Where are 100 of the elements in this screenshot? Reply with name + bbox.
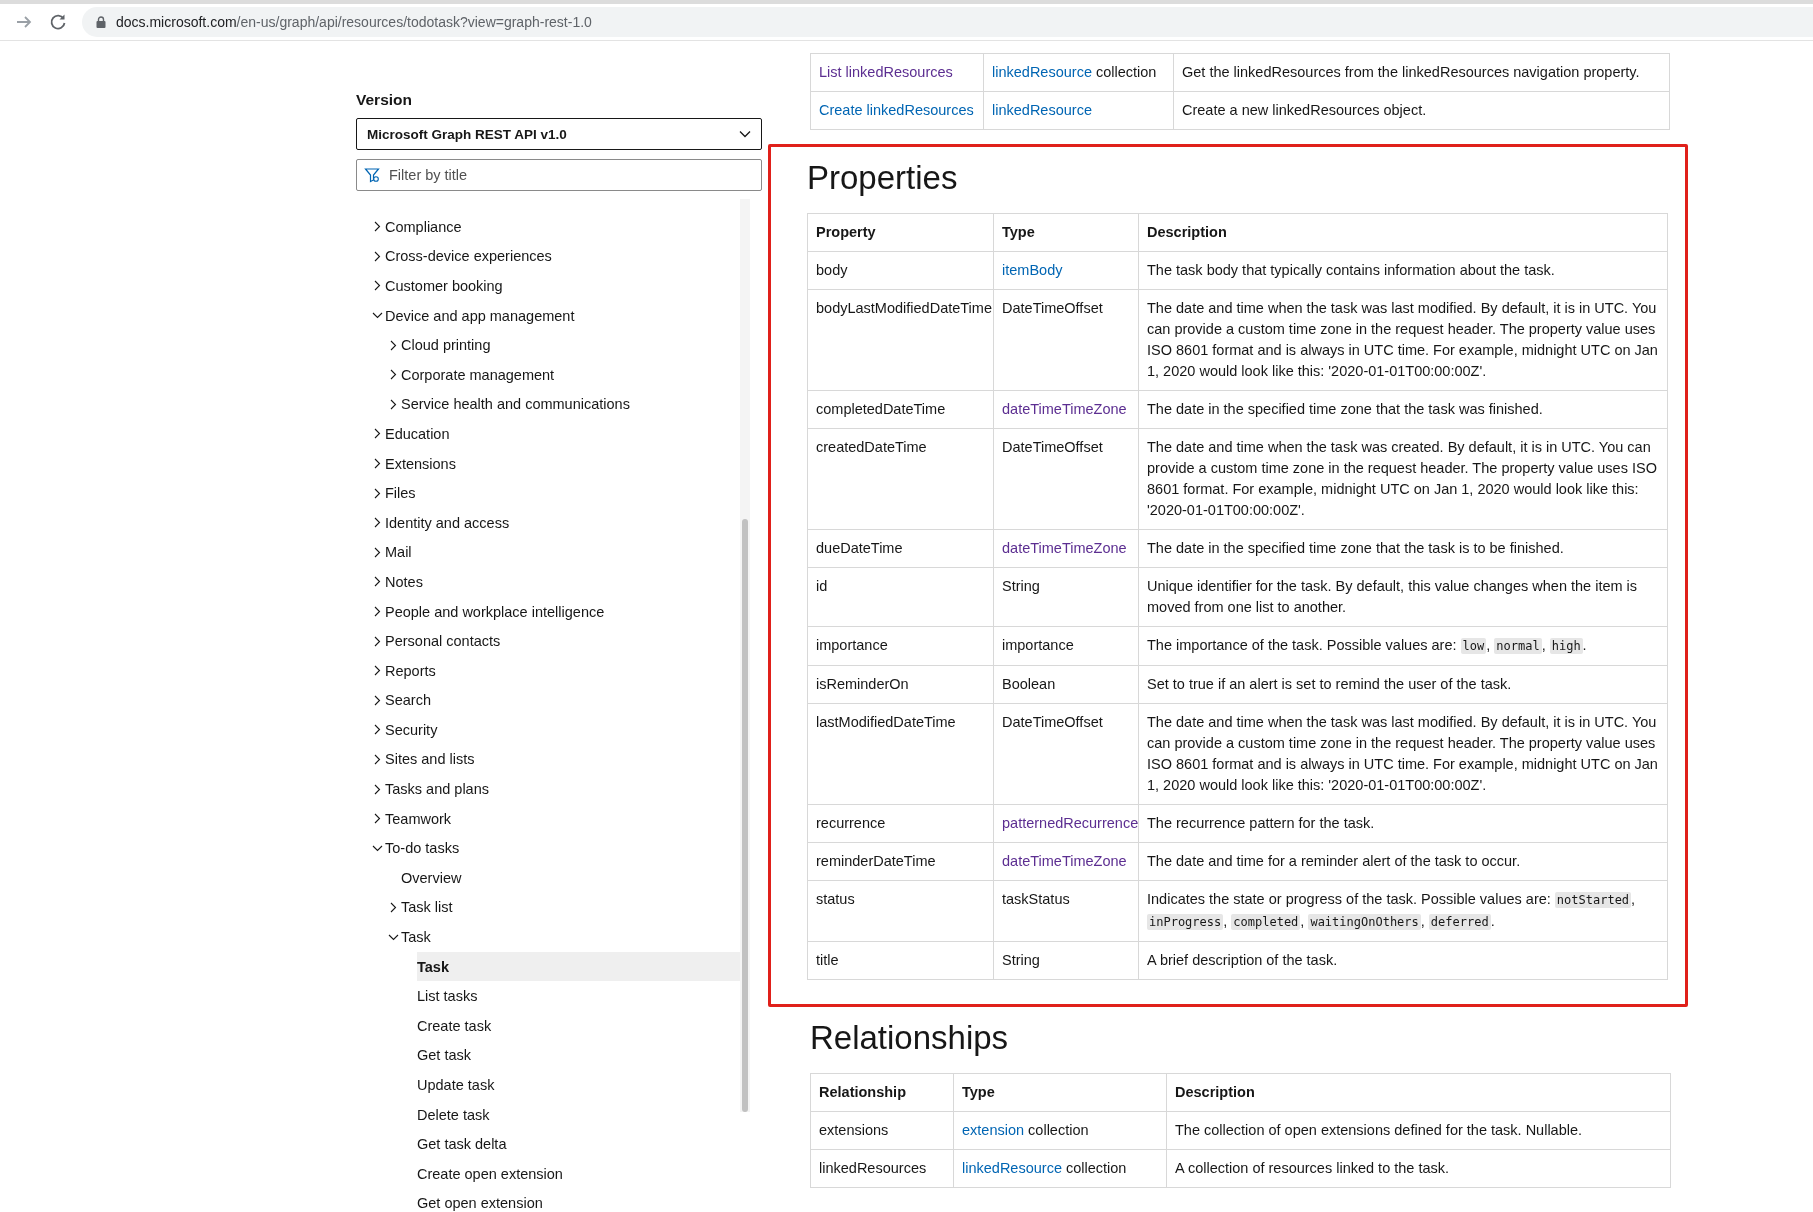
nav-item[interactable]: Personal contacts <box>356 626 744 656</box>
nav-item[interactable]: Task <box>356 922 744 952</box>
section-heading: Properties <box>807 158 959 198</box>
nav-item[interactable]: Tasks and plans <box>356 774 744 804</box>
description-text: The date in the specified time zone that the task is to be finished. <box>1147 539 1565 558</box>
nav-item[interactable]: Notes <box>356 567 744 597</box>
version-dropdown[interactable]: Microsoft Graph REST API v1.0 <box>356 118 762 150</box>
chevron-icon <box>372 813 383 825</box>
type-suffix: collection <box>1027 1122 1089 1138</box>
nav-item[interactable]: Customer booking <box>356 271 744 301</box>
chevron-icon <box>388 339 399 351</box>
nav-item[interactable]: Create open extension <box>356 1159 744 1189</box>
nav-item[interactable]: Get open extension <box>356 1188 744 1212</box>
type-text: Boolean <box>1002 676 1056 692</box>
property-name: body <box>816 262 848 278</box>
version-label: Version <box>356 91 413 109</box>
description-text: The recurrence pattern for the task. <box>1147 814 1376 833</box>
property-name: lastModifiedDateTime <box>816 714 956 730</box>
chevron-icon <box>372 783 383 795</box>
nav-item[interactable]: Corporate management <box>356 359 744 390</box>
property-name: id <box>816 578 828 594</box>
filter-icon <box>364 167 380 183</box>
type-text: taskStatus <box>1002 891 1070 907</box>
nav-item[interactable]: Overview <box>356 863 744 893</box>
nav-item[interactable]: Device and app management <box>356 300 744 331</box>
column-header: Relationship <box>819 1084 906 1100</box>
nav-item[interactable]: Cross-device experiences <box>356 241 744 272</box>
url-text: docs.microsoft.com/en-us/graph/api/resources/todotask?view=graph-rest-1.0 <box>116 14 592 30</box>
type-text: DateTimeOffset <box>1002 439 1103 455</box>
nav-item[interactable]: Extensions <box>356 448 744 479</box>
description-text: The date in the specified time zone that the task was finished. <box>1147 400 1544 419</box>
description-text: The date and time when the task was created. By default, it is in UTC. You can provide a custom time zone in the request header. The property value uses ISO 8601 format. For example, midnight UTC on Jan 1, 2020 would look like this: '2020-01-01T00:00:00Z'. <box>1147 438 1658 520</box>
nav-item[interactable]: People and workplace intelligence <box>356 596 744 627</box>
nav-item[interactable]: Teamwork <box>356 803 744 834</box>
property-name: dueDateTime <box>816 540 903 556</box>
nav-item[interactable]: Education <box>356 419 744 449</box>
description-text: Set to true if an alert is set to remind the user of the task. <box>1147 675 1513 694</box>
chevron-down-icon <box>739 130 751 138</box>
description-text: The date and time when the task was last modified. By default, it is in UTC. You can provide a custom time zone in the request header. The property value uses ISO 8601 format and is always in UTC time. For example, midnight UTC on Jan 1, 2020 would look like this: '2020-01-01T00:00:00Z'. <box>1147 713 1659 795</box>
description-text: A brief description of the task. <box>1147 951 1339 970</box>
section-heading: Relationships <box>810 1018 1010 1058</box>
address-bar[interactable]: docs.microsoft.com/en-us/graph/api/resources/todotask?view=graph-rest-1.0 <box>82 7 1813 37</box>
property-name: reminderDateTime <box>816 853 936 869</box>
nav-item[interactable]: List tasks <box>356 981 744 1012</box>
chevron-icon <box>372 221 383 233</box>
reload-icon[interactable] <box>48 12 68 32</box>
column-header: Type <box>962 1084 995 1100</box>
column-header: Description <box>1147 224 1227 240</box>
description-text: The importance of the task. Possible values are: low, normal, high. <box>1147 636 1588 656</box>
nav-item[interactable]: To-do tasks <box>356 833 744 864</box>
scrollbar[interactable] <box>740 199 750 1112</box>
chevron-icon <box>388 398 399 410</box>
type-text: String <box>1002 952 1040 968</box>
nav-item[interactable]: Sites and lists <box>356 744 744 775</box>
nav-item[interactable]: Security <box>356 715 744 745</box>
description-text: Unique identifier for the task. By default, this value changes when the item is moved from one list to another. <box>1147 577 1639 617</box>
description-text: The date and time for a reminder alert of the task to occur. <box>1147 852 1522 871</box>
chevron-icon <box>372 428 383 440</box>
nav-item[interactable]: Files <box>356 478 744 508</box>
nav-item[interactable]: Compliance <box>356 212 744 242</box>
nav-item[interactable]: Get task delta <box>356 1129 744 1159</box>
type-suffix: collection <box>1064 1160 1127 1176</box>
type-text: importance <box>1002 637 1074 653</box>
column-header: Property <box>816 224 876 240</box>
chevron-icon <box>372 724 383 736</box>
nav-item[interactable]: Mail <box>356 537 744 568</box>
description-text: The date and time when the task was last modified. By default, it is in UTC. You can provide a custom time zone in the request header. The property value uses ISO 8601 format and is always in UTC time. For example, midnight UTC on Jan 1, 2020 would look like this: '2020-01-01T00:00:00Z'. <box>1147 299 1659 381</box>
type-text: DateTimeOffset <box>1002 714 1103 730</box>
chevron-icon <box>372 694 383 706</box>
nav-item[interactable]: Search <box>356 685 744 716</box>
type-link[interactable]: itemBody <box>1002 262 1063 278</box>
nav-item[interactable]: Create task <box>356 1011 744 1041</box>
property-name: completedDateTime <box>816 401 946 417</box>
chevron-icon <box>372 517 383 529</box>
column-header: Description <box>1175 1084 1255 1100</box>
property-name: bodyLastModifiedDateTime <box>816 300 992 316</box>
nav-item[interactable]: Task list <box>356 892 744 923</box>
chevron-icon <box>372 754 383 765</box>
chevron-icon <box>372 280 383 292</box>
property-name: recurrence <box>816 815 886 831</box>
description-text: A collection of resources linked to the task. <box>1175 1159 1451 1178</box>
nav-item[interactable]: Get task <box>356 1040 744 1071</box>
chevron-icon <box>372 546 383 558</box>
lock-icon <box>96 16 106 28</box>
nav-item[interactable]: Identity and access <box>356 507 744 538</box>
nav-item[interactable]: Delete task <box>356 1099 744 1130</box>
nav-item[interactable]: Cloud printing <box>356 330 744 360</box>
type-link[interactable]: linkedResource <box>962 1160 1062 1176</box>
filter-field[interactable]: Filter by title <box>356 159 762 191</box>
chevron-icon <box>372 576 383 588</box>
chevron-icon <box>372 635 383 647</box>
type-link[interactable]: extension <box>962 1122 1025 1138</box>
description-text: Indicates the state or progress of the task. Possible values are: notStarted, inProgress, completed, waitingOnOthers, deferred. <box>1147 890 1637 932</box>
property-name: isReminderOn <box>816 676 909 692</box>
property-name: linkedResources <box>819 1160 927 1176</box>
nav-item[interactable]: Reports <box>356 655 744 686</box>
nav-item[interactable]: Update task <box>356 1070 744 1100</box>
nav-item[interactable]: Service health and communications <box>356 389 744 420</box>
type-text: String <box>1002 578 1040 594</box>
type-link[interactable]: linkedResource <box>992 64 1092 80</box>
